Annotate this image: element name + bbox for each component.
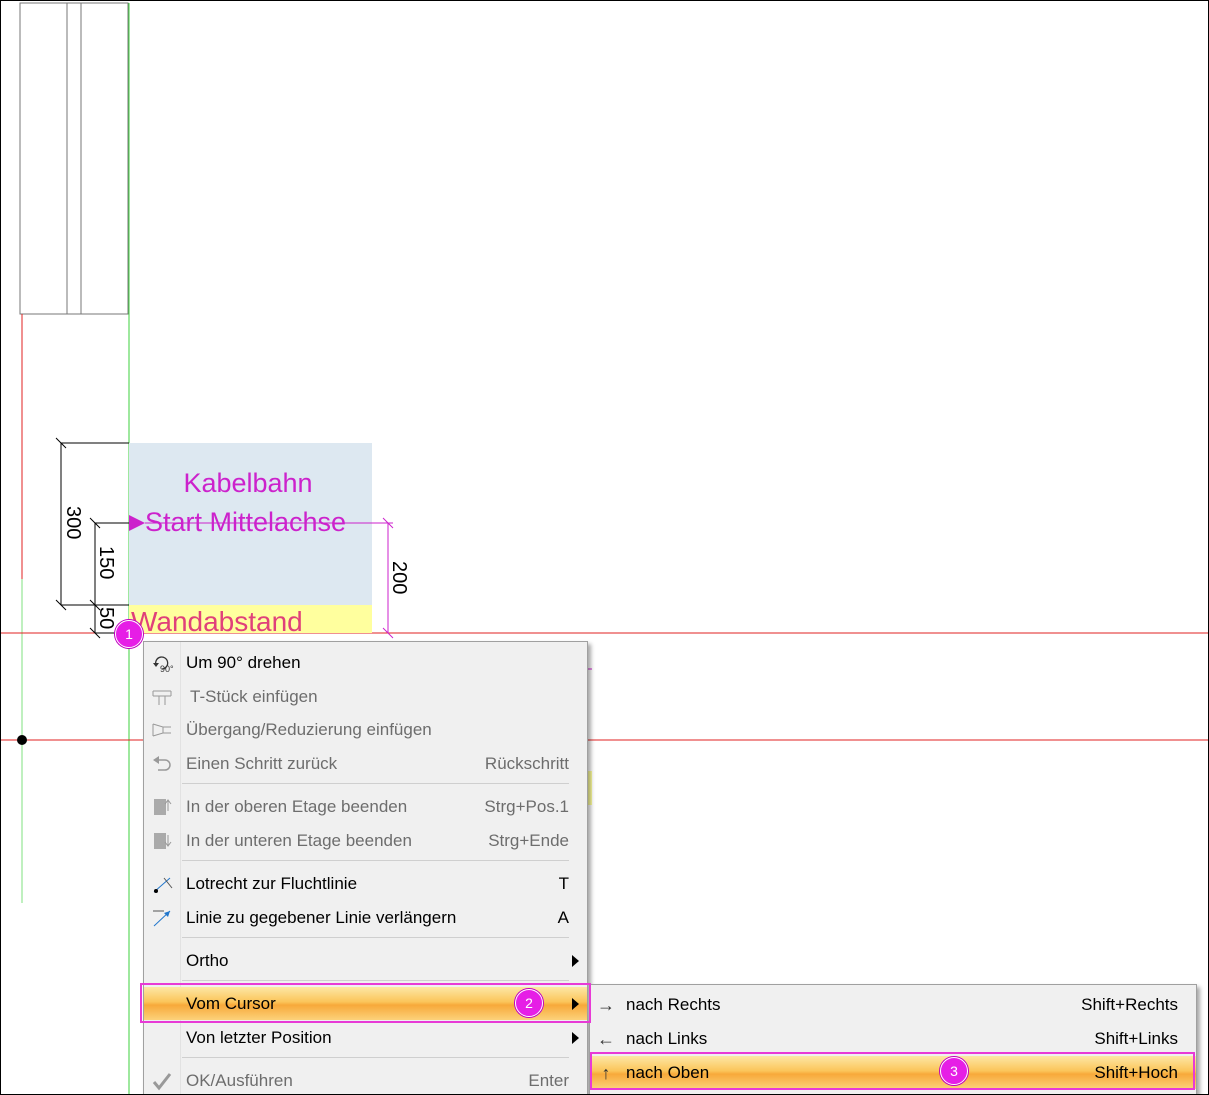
context-menu: 90° Um 90° drehen T-Stück einfügen Überg… <box>143 641 588 1094</box>
menu-item-extend-line[interactable]: Linie zu gegebener Linie verlängern A <box>144 901 587 934</box>
wall-distance-label: Wandabstand <box>131 606 303 637</box>
menu-item-perpendicular[interactable]: Lotrecht zur Fluchtlinie T <box>144 867 587 900</box>
svg-text:90°: 90° <box>160 664 174 673</box>
menu-item-ortho[interactable]: Ortho <box>144 944 587 977</box>
menu-item-upper-floor[interactable]: In der oberen Etage beenden Strg+Pos.1 <box>144 790 587 823</box>
arrow-up-icon: ↑ <box>601 1063 611 1083</box>
menu-item-undo[interactable]: Einen Schritt zurück Rückschritt <box>144 747 587 780</box>
menu-item-last-position[interactable]: Von letzter Position <box>144 1021 587 1054</box>
upper-floor-icon <box>150 797 174 817</box>
cable-tray-label: Kabelbahn <box>183 468 312 498</box>
cad-viewport[interactable]: 300 150 50 200 Kabelbahn Start Mittelach… <box>0 0 1209 1095</box>
lower-floor-icon <box>150 831 174 851</box>
menu-separator <box>182 860 569 861</box>
start-axis-label: Start Mittelachse <box>145 507 346 537</box>
wall-element <box>19 2 129 315</box>
menu-item-reducer[interactable]: Übergang/Reduzierung einfügen <box>144 713 587 746</box>
dimension-300: 300 <box>62 506 84 539</box>
arrow-right-icon: → <box>597 995 615 1015</box>
menu-item-lower-floor[interactable]: In der unteren Etage beenden Strg+Ende <box>144 824 587 857</box>
submenu-item-right[interactable]: → nach Rechts Shift+Rechts <box>590 988 1196 1021</box>
menu-separator <box>182 783 569 784</box>
snap-point[interactable] <box>17 735 27 745</box>
submenu-vom-cursor: → nach Rechts Shift+Rechts ← nach Links … <box>589 984 1197 1094</box>
reducer-icon <box>150 720 174 740</box>
dimension-150: 150 <box>95 546 117 579</box>
step-badge-3: 3 <box>940 1057 968 1085</box>
checkmark-icon <box>150 1071 174 1091</box>
menu-separator <box>182 1057 569 1058</box>
perpendicular-icon <box>150 874 174 894</box>
submenu-arrow-icon <box>572 998 579 1010</box>
rotate-90-icon: 90° <box>150 653 174 674</box>
step-badge-2: 2 <box>515 989 543 1017</box>
menu-item-ok[interactable]: OK/Ausführen Enter <box>144 1064 587 1094</box>
menu-item-rotate-90[interactable]: 90° Um 90° drehen <box>144 646 587 679</box>
submenu-item-up[interactable]: ↑ nach Oben Shift+Hoch <box>590 1056 1196 1089</box>
menu-separator <box>182 937 569 938</box>
step-badge-1: 1 <box>115 620 143 648</box>
menu-separator <box>182 980 569 981</box>
submenu-arrow-icon <box>572 1032 579 1044</box>
arrow-left-icon: ← <box>597 1029 615 1049</box>
menu-item-t-piece[interactable]: T-Stück einfügen <box>144 680 587 713</box>
undo-icon <box>150 754 174 774</box>
dimension-50: 50 <box>95 607 117 629</box>
t-piece-icon <box>150 687 174 707</box>
submenu-item-left[interactable]: ← nach Links Shift+Links <box>590 1022 1196 1055</box>
extend-line-icon <box>150 908 174 928</box>
dimension-200: 200 <box>388 561 410 594</box>
submenu-arrow-icon <box>572 955 579 967</box>
